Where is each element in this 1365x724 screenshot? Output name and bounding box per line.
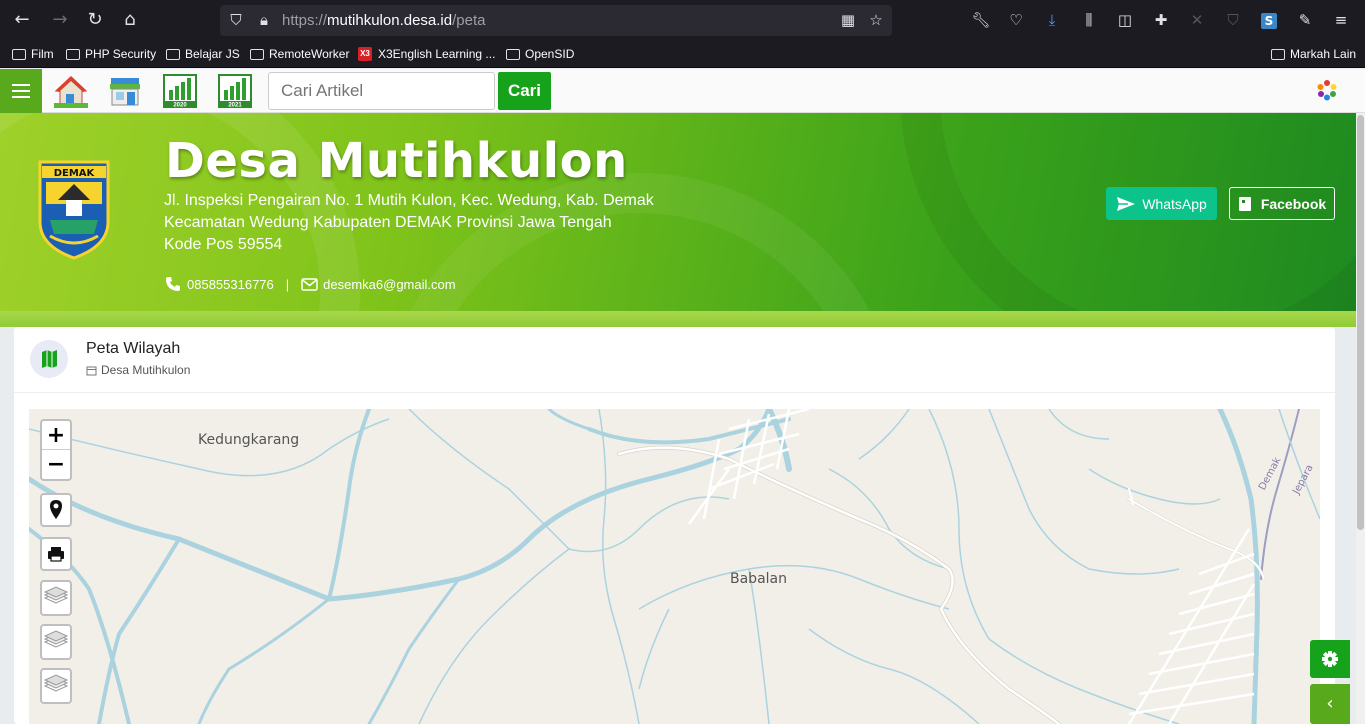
address-bar[interactable]: ⛉ 🔒︎ https://mutihkulon.desa.id/peta ▦ ☆ [220,5,892,36]
card-subtitle: Desa Mutihkulon [86,363,190,377]
folder-icon [250,48,264,60]
pocket-icon[interactable]: ♡ [1005,9,1027,31]
svg-text:2021: 2021 [228,103,242,109]
home-house-icon[interactable] [54,74,88,108]
map-label-babalan: Babalan [730,571,787,587]
x3-logo-icon: X3 [358,47,372,61]
chart-2021-icon[interactable]: 2021 [218,74,252,108]
sidebar-icon[interactable]: ◫ [1114,9,1136,31]
layers-button-2[interactable] [40,624,72,660]
bookmark-php-security[interactable]: PHP Security [66,46,156,62]
home-icon[interactable]: ⌂ [118,8,142,32]
library-icon[interactable]: ⫼ [1078,9,1100,31]
locate-button[interactable] [40,493,72,527]
map-pin-icon [50,500,62,519]
bookmark-film[interactable]: Film [12,46,54,62]
email-icon [301,277,318,291]
map-icon [42,350,57,368]
extensions-icon[interactable]: ✚ [1150,9,1172,31]
phone-number: 085855316776 [187,276,274,292]
search-article-input[interactable] [268,72,495,110]
site-navbar: 2020 2021 Cari [0,69,1365,113]
layers-icon [43,674,69,692]
url-text[interactable]: https://mutihkulon.desa.id/peta [282,12,485,29]
svg-text:DEMAK: DEMAK [54,168,96,179]
layers-button-1[interactable] [40,580,72,616]
color-picker-icon[interactable]: ✎ [1294,9,1316,31]
contact-separator: | [285,276,290,292]
address-line-2: Kecamatan Wedung Kabupaten DEMAK Provins… [164,214,612,231]
village-title: Desa Mutihkulon [165,133,628,189]
bookmark-belajar-js[interactable]: Belajar JS [166,46,240,62]
phone-contact[interactable]: 085855316776 | desemka6@gmail.com [165,276,456,292]
shield-icon[interactable]: ⛉ [226,10,246,30]
search-button[interactable]: Cari [498,72,551,110]
facebook-book-icon [1238,196,1251,211]
region-map[interactable]: Kedungkarang Babalan Demak Jepara + − [29,409,1320,724]
shop-icon[interactable] [108,74,142,108]
zoom-out-button[interactable]: − [42,450,70,479]
x-extension-icon[interactable]: ✕ [1186,9,1208,31]
zoom-in-button[interactable]: + [42,421,70,450]
chart-2020-icon[interactable]: 2020 [163,74,197,108]
whatsapp-button[interactable]: WhatsApp [1106,187,1217,220]
card-title: Peta Wilayah [86,340,181,357]
lock-icon[interactable]: 🔒︎ [254,10,274,30]
gear-icon [1322,651,1338,667]
map-label-kedungkarang: Kedungkarang [198,432,300,448]
reload-icon[interactable]: ↻ [83,8,107,32]
bookmark-star-icon[interactable]: ☆ [866,10,886,30]
qr-grid-icon[interactable]: ▦ [838,10,858,30]
zoom-control: + − [40,419,72,481]
send-icon [1117,196,1136,211]
privacy-shield-icon[interactable]: ⛉ [1222,9,1244,31]
s-extension-icon[interactable]: S [1258,9,1280,31]
sidebar-toggle-button[interactable]: ‹ [1310,684,1350,724]
facebook-button[interactable]: Facebook [1229,187,1335,220]
download-icon[interactable]: ⤓ [1041,9,1063,31]
print-button[interactable] [40,537,72,571]
settings-button[interactable] [1310,640,1350,678]
bookmark-other[interactable]: Markah Lain [1271,46,1356,62]
hamburger-menu-button[interactable] [0,69,42,113]
wrench-icon[interactable]: 🔧︎ [970,9,992,31]
scrollbar-thumb[interactable] [1357,115,1364,530]
folder-icon [166,48,180,60]
bookmark-opensid[interactable]: OpenSID [506,46,574,62]
map-badge [30,340,68,378]
folder-icon [12,48,26,60]
page-scrollbar[interactable] [1356,113,1365,724]
bookmark-x3english[interactable]: X3 X3English Learning ... [358,46,495,62]
chevron-left-icon: ‹ [1326,693,1334,714]
calendar-icon [86,366,97,375]
layers-icon [43,586,69,604]
folder-icon [506,48,520,60]
bookmarks-bar: Film PHP Security Belajar JS RemoteWorke… [0,40,1365,68]
demak-logo: DEMAK [38,160,110,260]
forward-icon[interactable]: → [48,8,72,32]
back-icon[interactable]: ← [10,8,34,32]
card-header: Peta Wilayah Desa Mutihkulon [14,327,1335,393]
address-line-1: Jl. Inspeksi Pengairan No. 1 Mutih Kulon… [164,192,654,209]
folder-icon [1271,48,1285,60]
layers-button-3[interactable] [40,668,72,704]
menu-icon[interactable]: ≡ [1330,9,1352,31]
email-address: desemka6@gmail.com [323,276,456,292]
address-line-3: Kode Pos 59554 [164,236,283,253]
opensid-logo-icon[interactable] [1316,79,1338,101]
printer-icon [48,547,64,562]
bookmark-remoteworker[interactable]: RemoteWorker [250,46,349,62]
browser-toolbar: ← → ↻ ⌂ ⛉ 🔒︎ https://mutihkulon.desa.id/… [0,0,1365,40]
folder-icon [66,48,80,60]
layers-icon [43,630,69,648]
phone-icon [166,277,180,291]
map-tiles [29,409,1320,724]
svg-text:2020: 2020 [173,103,187,109]
village-header: DEMAK Desa Mutihkulon Jl. Inspeksi Penga… [0,113,1356,311]
